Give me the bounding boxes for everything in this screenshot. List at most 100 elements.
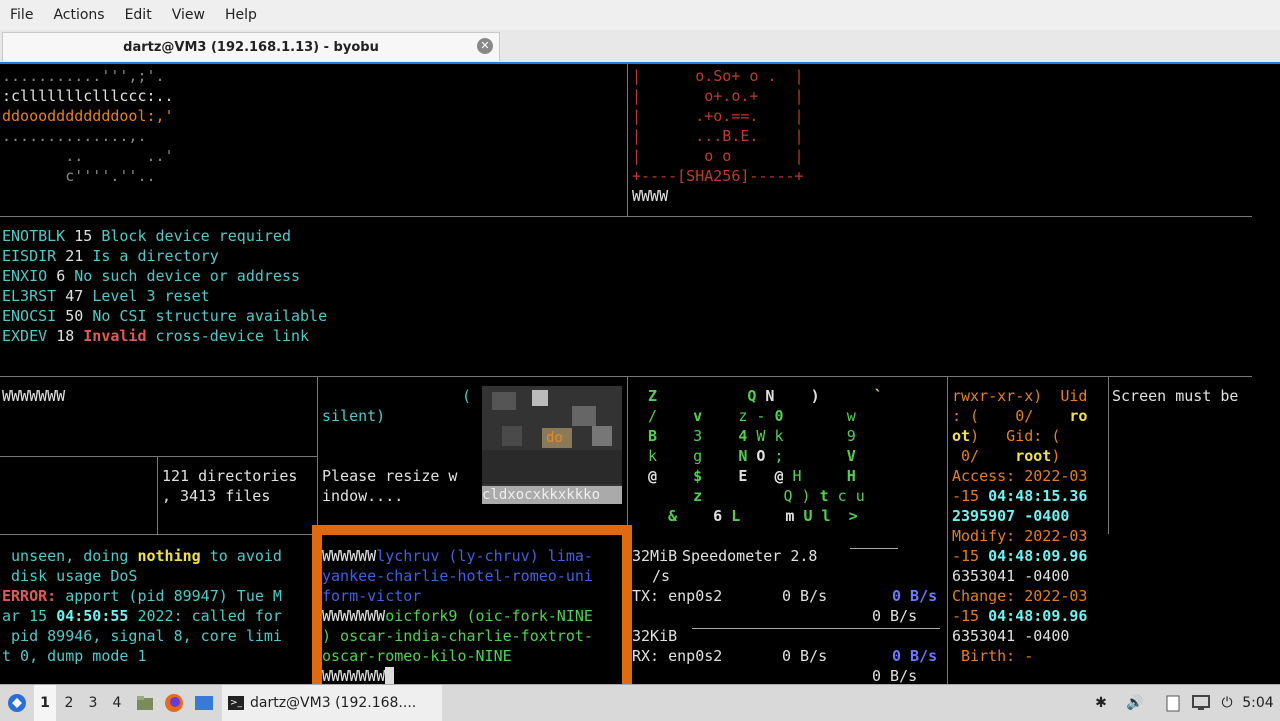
network-icon[interactable] [1190, 685, 1212, 721]
dir-count: 121 directories [162, 467, 298, 485]
menu-view[interactable]: View [162, 7, 215, 23]
file-manager-icon[interactable] [134, 685, 156, 721]
stat-line: 2395907 -0400 [952, 507, 1070, 525]
fingerprint-line: +----[SHA256]-----+ [632, 167, 804, 185]
rx-value-2: 0 B/s [872, 667, 918, 685]
log-line: pid 89946, signal 8, core limi [2, 627, 282, 645]
workspace-3[interactable]: 3 [82, 685, 104, 721]
word-line: WWWWWWW [322, 666, 395, 686]
stat-line: Change: 2022-03 [952, 587, 1088, 605]
w-placeholder: WWWWWWW [2, 387, 66, 405]
tx-value: 0 B/s [782, 587, 828, 605]
stat-line: 0/ root) [952, 447, 1061, 465]
workspace-4[interactable]: 4 [106, 685, 128, 721]
pane-divider [947, 376, 948, 686]
tx-total: 0 B/s [892, 587, 938, 605]
screen-message: Screen must be [1112, 387, 1239, 405]
rx-value: 0 B/s [782, 647, 828, 665]
log-line: ar 15 04:50:55 2022: called for [2, 607, 282, 625]
errno-row: ENXIO 6 No such device or address [2, 267, 301, 285]
graph-line [850, 548, 898, 549]
pane-divider [0, 534, 312, 535]
matrix-row: @ $ E @ H H [648, 467, 856, 485]
pane-divider [317, 376, 318, 534]
pixelated-image: do cldxocxkkxkkko [482, 386, 622, 504]
image-caption: cldxocxkkxkkko [482, 486, 622, 504]
fingerprint-line: | ...B.E. | [632, 127, 804, 145]
ascii-line: .. ..' [2, 147, 174, 165]
stat-line: -15 04:48:15.36 [952, 487, 1088, 505]
stat-line: Access: 2022-03 [952, 467, 1088, 485]
errno-row: EL3RST 47 Level 3 reset [2, 287, 210, 305]
net-scale-2: 32KiB [632, 627, 678, 645]
net-unit: /s [652, 567, 671, 585]
menu-bar: File Actions Edit View Help [0, 0, 1280, 30]
resize-msg-cont: indow.... [322, 487, 404, 505]
clipboard-icon[interactable] [1162, 685, 1184, 721]
task-title: dartz@VM3 (192.168.... [250, 695, 417, 711]
errno-row: ENOCSI 50 No CSI structure available [2, 307, 328, 325]
matrix-row: B 3 4 W k 9 [648, 427, 856, 445]
errno-row: ENOTBLK 15 Block device required [2, 227, 291, 245]
fingerprint-line: | .+o.==. | [632, 107, 804, 125]
desktop-icon[interactable] [192, 685, 216, 721]
rx-total: 0 B/s [892, 647, 938, 665]
matrix-row: / v z - 0 w [648, 407, 856, 425]
log-line: ERROR: apport (pid 89947) Tue M [2, 587, 282, 605]
menu-edit[interactable]: Edit [115, 7, 162, 23]
pane-divider [1108, 376, 1109, 534]
firefox-icon[interactable] [162, 685, 186, 721]
log-line: unseen, doing nothing to avoid [2, 547, 282, 565]
tab-bar: dartz@VM3 (192.168.1.13) - byobu ✕ [0, 30, 1280, 63]
volume-icon[interactable]: 🔊 [1124, 685, 1146, 721]
matrix-row: & 6 L m U l > [668, 507, 858, 525]
matrix-row: k g N O ; V [648, 447, 856, 465]
ascii-line: ddoooddddddddool:,' [2, 107, 174, 125]
fingerprint-line: | o o | [632, 147, 804, 165]
bluetooth-icon[interactable]: ✱ [1090, 685, 1112, 721]
word-line: WWWWWWlychruv (ly-chruv) lima- [322, 547, 593, 565]
pane-divider [627, 64, 628, 216]
workspace-1[interactable]: 1 [34, 685, 56, 721]
log-line: disk usage DoS [2, 567, 138, 585]
log-line: t 0, dump mode 1 [2, 647, 147, 665]
errno-row: EISDIR 21 Is a directory [2, 247, 219, 265]
menu-help[interactable]: Help [215, 7, 267, 23]
errno-row: EXDEV 18 Invalid cross-device link [2, 327, 310, 345]
ascii-line: ..............,. [2, 127, 147, 145]
stat-line: -15 04:48:09.96 [952, 607, 1088, 625]
terminal-tab[interactable]: dartz@VM3 (192.168.1.13) - byobu ✕ [2, 32, 500, 61]
pane-divider [0, 216, 1252, 217]
matrix-row: Z Q N ) ` [648, 387, 883, 405]
stat-line: ot) Gid: ( [952, 427, 1061, 445]
ascii-line: c''''.''.. [2, 167, 156, 185]
taskbar: 1 2 3 4 >_ dartz@VM3 (192.168.... ✱ 🔊 ⏻ … [0, 684, 1280, 721]
close-tab-icon[interactable]: ✕ [477, 38, 493, 54]
stat-line: -15 04:48:09.96 [952, 547, 1088, 565]
clock[interactable]: 5:04 [1240, 685, 1276, 721]
workspace-2[interactable]: 2 [58, 685, 80, 721]
word-line: yankee-charlie-hotel-romeo-uni [322, 567, 593, 585]
silent-text: silent) [322, 407, 386, 425]
matrix-row: z Q ) t c u [693, 487, 865, 505]
speedometer-title: Speedometer 2.8 [682, 547, 818, 565]
fingerprint-footer: WWWW [632, 187, 669, 205]
paren-text: ( [462, 387, 472, 405]
stat-line: 6353041 -0400 [952, 567, 1070, 585]
stat-line: Birth: - [952, 647, 1034, 665]
ascii-line: ...........''',;'. [2, 67, 165, 85]
terminal-area[interactable]: ...........''',;'. :clllllllclllccc:.. d… [0, 62, 1280, 686]
word-line: WWWWWWWoicfork9 (oic-fork-NINE [322, 607, 593, 625]
tab-title: dartz@VM3 (192.168.1.13) - byobu [123, 39, 379, 55]
stat-line: Modify: 2022-03 [952, 527, 1088, 545]
terminal-task-button[interactable]: >_ dartz@VM3 (192.168.... [222, 685, 442, 721]
fingerprint-line: | o.So+ o . | [632, 67, 804, 85]
pane-divider [157, 456, 158, 534]
tx-value-2: 0 B/s [872, 607, 918, 625]
start-menu-icon[interactable] [4, 685, 30, 721]
terminal-icon: >_ [228, 696, 244, 710]
power-icon[interactable]: ⏻ [1218, 685, 1236, 721]
menu-file[interactable]: File [0, 7, 43, 23]
image-text: do [546, 430, 563, 446]
menu-actions[interactable]: Actions [43, 7, 114, 23]
